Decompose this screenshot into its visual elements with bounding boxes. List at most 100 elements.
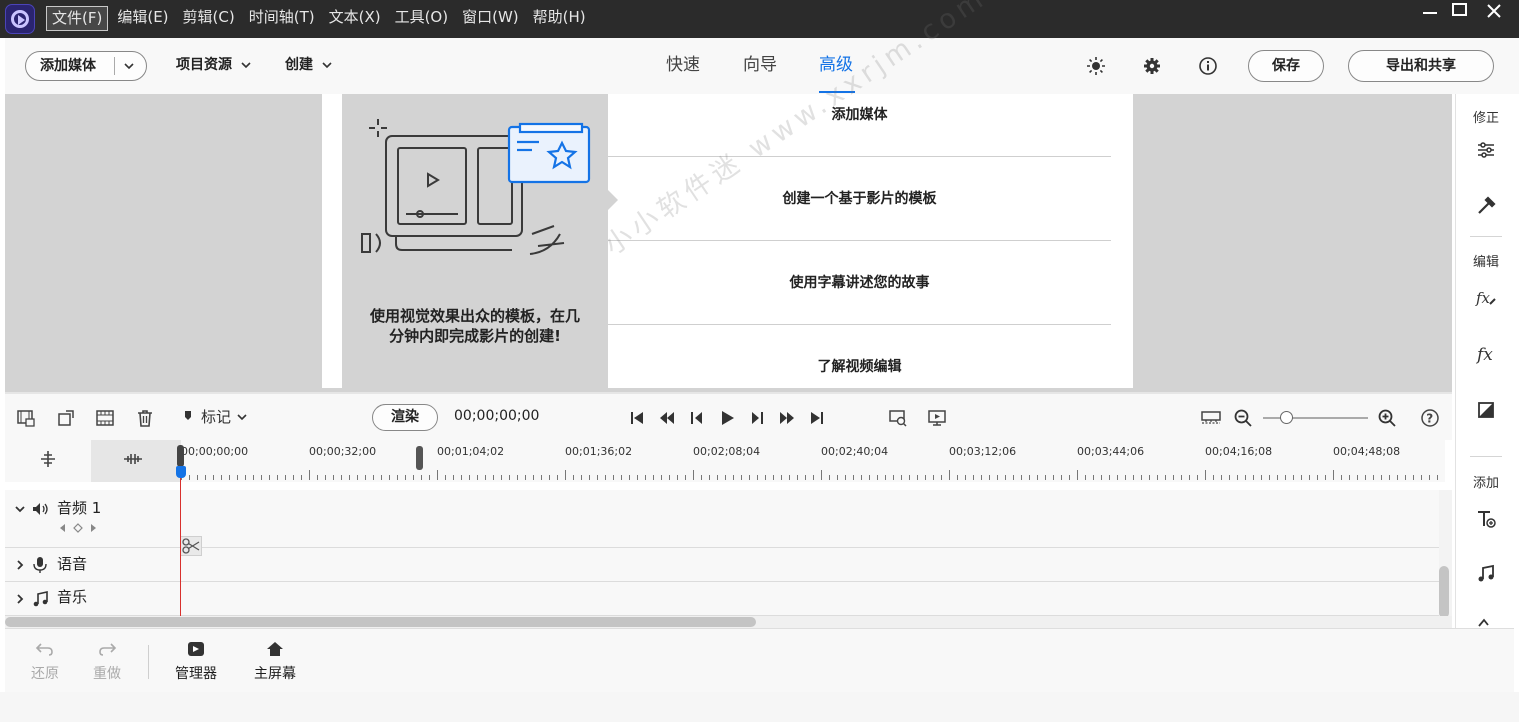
detach-icon[interactable] (56, 408, 76, 428)
trash-icon[interactable] (135, 408, 155, 428)
scissors-icon (182, 538, 200, 554)
ruler-label: 00;00;32;00 (309, 445, 377, 458)
go-to-start-icon[interactable] (627, 408, 647, 428)
smart-fix-icon[interactable] (888, 408, 908, 428)
organizer-button[interactable]: 管理器 (175, 641, 217, 683)
adjustments-icon[interactable] (1474, 138, 1498, 162)
guide-item-movie-template[interactable]: 创建一个基于影片的模板 (608, 157, 1111, 241)
guide-item-titles[interactable]: 使用字幕讲述您的故事 (608, 241, 1111, 325)
track-header: 语音 (5, 548, 181, 581)
voice-track: 语音 (5, 548, 1439, 582)
ruler-header-right (91, 440, 181, 482)
chevron-down-icon (322, 62, 332, 69)
current-timecode[interactable]: 00;00;00;00 (454, 408, 539, 424)
clip-properties-icon[interactable] (16, 408, 36, 428)
close-icon (1487, 4, 1501, 18)
horizontal-scrollbar-thumb[interactable] (5, 617, 756, 627)
organizer-label: 管理器 (175, 666, 217, 682)
next-edit-icon[interactable] (777, 408, 797, 428)
menu-tools[interactable]: 工具(O) (390, 6, 454, 31)
guide-item-add-media[interactable]: 添加媒体 (608, 73, 1111, 157)
guide-illustration-pane: 使用视觉效果出众的模板，在几 分钟内即完成影片的创建! (342, 94, 608, 388)
save-button[interactable]: 保存 (1248, 50, 1324, 82)
info-icon[interactable] (1197, 55, 1219, 77)
graphics-icon[interactable] (1474, 618, 1498, 628)
menu-edit[interactable]: 编辑(E) (112, 6, 173, 31)
effects-icon[interactable]: fx (1474, 342, 1498, 366)
voice-track-label: 语音 (57, 555, 88, 573)
track-header: 音频 1 (5, 490, 181, 547)
ruler-label: 00;02;08;04 (693, 445, 761, 458)
tools-icon[interactable] (1474, 194, 1498, 218)
split-clip-button[interactable] (180, 536, 202, 556)
maximize-button[interactable] (1442, 0, 1476, 22)
speaker-icon[interactable] (31, 500, 49, 518)
timeline-view-icon[interactable] (1200, 408, 1222, 428)
step-forward-icon[interactable] (747, 408, 767, 428)
gear-icon[interactable] (1141, 55, 1163, 77)
zoom-slider-track[interactable] (1263, 417, 1368, 419)
chevron-right-icon[interactable] (15, 560, 25, 570)
adjust-section-label: 修正 (1472, 111, 1499, 126)
add-media-button[interactable]: 添加媒体 (25, 51, 147, 81)
chevron-down-icon[interactable] (122, 52, 136, 80)
redo-button[interactable]: 重做 (93, 641, 121, 683)
help-icon[interactable]: ? (1420, 408, 1440, 428)
fullscreen-preview-icon[interactable] (927, 408, 947, 428)
menu-help[interactable]: 帮助(H) (528, 6, 591, 31)
audio-waveform-icon[interactable] (122, 449, 144, 469)
menu-window[interactable]: 窗口(W) (457, 6, 524, 31)
home-screen-button[interactable]: 主屏幕 (254, 641, 296, 683)
project-assets-dropdown[interactable]: 项目资源 (176, 51, 252, 81)
menu-text[interactable]: 文本(X) (324, 6, 386, 31)
keyframe-nav-icon[interactable] (55, 521, 101, 535)
svg-text:?: ? (1426, 412, 1433, 426)
effects-edit-icon[interactable]: fx (1474, 286, 1498, 310)
vertical-scrollbar-thumb[interactable] (1439, 566, 1449, 618)
create-dropdown[interactable]: 创建 (285, 51, 333, 81)
menu-file[interactable]: 文件(F) (46, 6, 109, 31)
previous-edit-icon[interactable] (657, 408, 677, 428)
zoom-in-icon[interactable] (1377, 408, 1397, 428)
ruler-label: 00;02;40;04 (821, 445, 889, 458)
timeline-ruler[interactable]: 00;00;00;00 00;00;32;00 00;01;04;02 00;0… (181, 440, 1445, 482)
edit-section-label: 编辑 (1472, 255, 1499, 270)
scene-line-icon[interactable] (95, 408, 115, 428)
ruler-label: 00;00;00;00 (181, 445, 249, 458)
bottom-bar: 还原 重做 管理器 主屏幕 (5, 628, 1514, 692)
zoom-slider-handle[interactable] (1280, 411, 1293, 424)
fit-tracks-icon[interactable] (38, 449, 58, 469)
step-back-icon[interactable] (687, 408, 707, 428)
go-to-end-icon[interactable] (807, 408, 827, 428)
menu-clip[interactable]: 剪辑(C) (178, 6, 240, 31)
work-area-handle[interactable] (416, 446, 423, 470)
zoom-out-icon[interactable] (1233, 408, 1253, 428)
audio-track-label: 音频 1 (57, 499, 102, 517)
ruler-label: 00;01;04;02 (437, 445, 505, 458)
chevron-down-icon[interactable] (15, 504, 25, 514)
music-note-icon[interactable] (31, 590, 49, 608)
music-icon[interactable] (1474, 562, 1498, 586)
timeline-tracks: 音频 1 语音 音乐 (5, 490, 1439, 616)
transitions-icon[interactable] (1474, 398, 1498, 422)
add-title-icon[interactable] (1474, 507, 1498, 531)
render-button[interactable]: 渲染 (372, 404, 438, 431)
close-window-button[interactable] (1476, 0, 1510, 22)
guide-caption: 使用视觉效果出众的模板，在几 分钟内即完成影片的创建! (352, 306, 598, 346)
playhead-grip[interactable] (177, 445, 184, 467)
home-screen-label: 主屏幕 (254, 666, 296, 682)
undo-button[interactable]: 还原 (31, 641, 59, 683)
playhead-handle[interactable] (176, 466, 186, 478)
status-strip (0, 692, 1519, 722)
marker-dropdown[interactable]: 标记 (183, 406, 249, 427)
microphone-icon[interactable] (31, 556, 49, 574)
add-section-label: 添加 (1472, 476, 1499, 491)
timeline-ruler-row: 00;00;00;00 00;00;32;00 00;01;04;02 00;0… (5, 440, 1445, 482)
create-label: 创建 (285, 57, 313, 73)
marker-label: 标记 (201, 408, 232, 426)
play-icon[interactable] (717, 408, 737, 428)
export-share-button[interactable]: 导出和共享 (1348, 50, 1494, 82)
menu-timeline[interactable]: 时间轴(T) (244, 6, 320, 31)
ruler-header-left (5, 440, 91, 482)
chevron-right-icon[interactable] (15, 594, 25, 604)
